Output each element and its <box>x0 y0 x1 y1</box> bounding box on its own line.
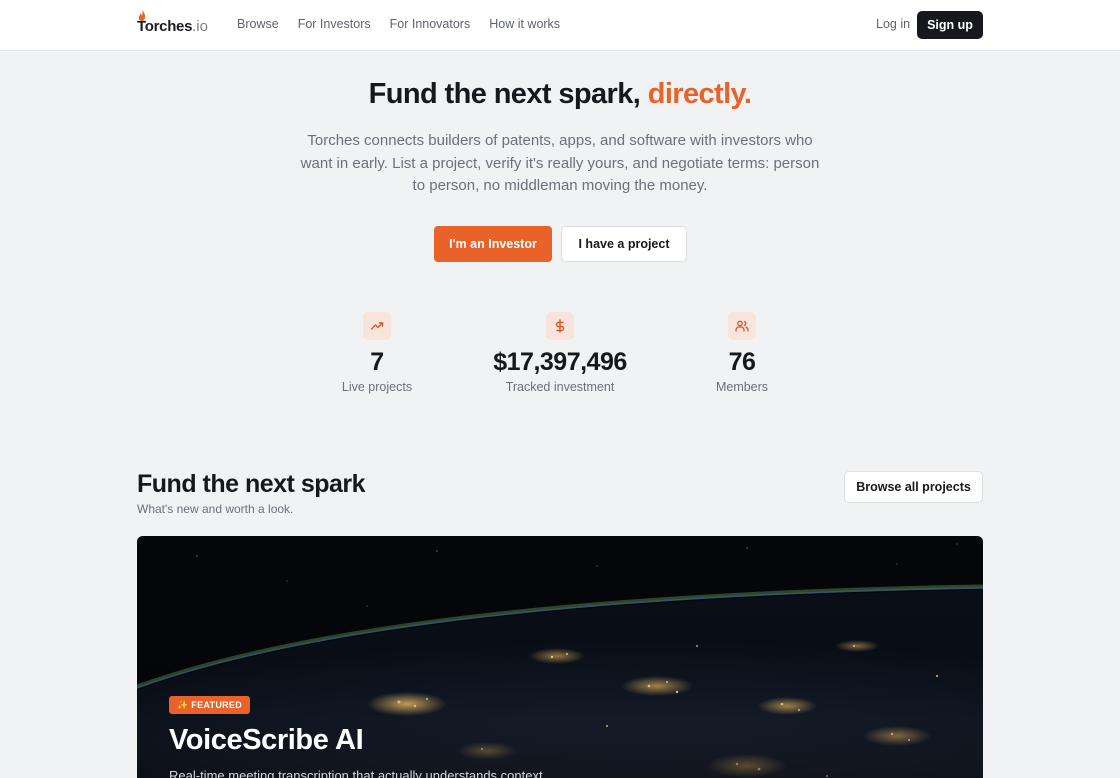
investor-button[interactable]: I'm an Investor <box>434 226 552 262</box>
trending-up-icon <box>363 312 391 340</box>
featured-project-tagline: Real-time meeting transcription that act… <box>169 768 547 778</box>
hero-subtitle: Torches connects builders of patents, ap… <box>300 132 820 194</box>
login-link[interactable]: Log in <box>876 17 910 31</box>
nav-link-for-investors[interactable]: For Investors <box>298 17 371 31</box>
logo[interactable]: Torches .io <box>137 9 208 35</box>
stat-label: Tracked investment <box>505 380 615 394</box>
nav-link-how-it-works[interactable]: How it works <box>489 17 560 31</box>
featured-project-card[interactable]: ✨ FEATURED VoiceScribe AI Real-time meet… <box>137 536 983 778</box>
section-subtitle: What's new and worth a look. <box>137 502 294 516</box>
nav-link-browse[interactable]: Browse <box>237 17 279 31</box>
signup-button[interactable]: Sign up <box>917 11 983 39</box>
stat-members: 76 Members <box>642 312 842 394</box>
stat-live-projects: 7 Live projects <box>277 312 477 394</box>
flame-icon <box>138 9 146 21</box>
hero-title-accent: directly. <box>647 78 752 110</box>
stat-value: 76 <box>728 348 756 376</box>
stat-value: 7 <box>370 348 384 376</box>
featured-project-title: VoiceScribe AI <box>169 724 364 756</box>
featured-badge: ✨ FEATURED <box>169 696 251 714</box>
hero-title-main: Fund the next spark, <box>368 78 641 110</box>
stat-tracked-investment: $17,397,496 Tracked investment <box>460 312 660 394</box>
stat-value: $17,397,496 <box>493 348 627 376</box>
dollar-icon <box>546 312 574 340</box>
nav-links: Browse For Investors For Innovators How … <box>237 17 579 31</box>
stat-label: Members <box>715 380 769 394</box>
browse-all-projects-button[interactable]: Browse all projects <box>844 471 983 503</box>
project-button[interactable]: I have a project <box>561 226 687 262</box>
nav-link-for-innovators[interactable]: For Innovators <box>390 17 471 31</box>
users-icon <box>728 312 756 340</box>
hero-title: Fund the next spark, directly. <box>0 78 1120 111</box>
top-nav: Torches .io Browse For Investors For Inn… <box>0 0 1120 51</box>
section-title: Fund the next spark <box>137 470 366 498</box>
stat-label: Live projects <box>341 380 413 394</box>
logo-tld: .io <box>192 18 208 35</box>
